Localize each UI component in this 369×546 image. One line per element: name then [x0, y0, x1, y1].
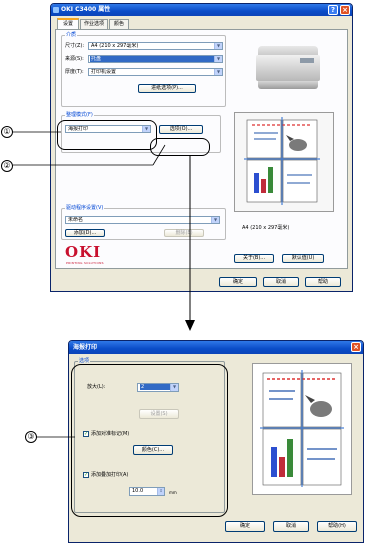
tab-job-options[interactable]: 作业选项 [80, 19, 108, 29]
source-label: 来源(S): [65, 56, 84, 62]
tab-label: 作业选项 [83, 21, 104, 27]
finishing-group-label: 整理模式(F) [65, 111, 94, 118]
printer-icon [53, 7, 59, 13]
weight-label: 厚度(T): [65, 69, 84, 75]
cancel-button[interactable]: 取消 [273, 521, 309, 532]
oki-logo: OKI [65, 243, 102, 261]
size-label: 尺寸(Z): [65, 43, 85, 49]
ok-button[interactable]: 确定 [225, 521, 265, 532]
titlebar: 海报打印 × [69, 341, 363, 354]
connector-arrow [185, 155, 195, 331]
chevron-down-icon: ▼ [211, 217, 219, 223]
options-button[interactable]: 选项(O)... [159, 125, 203, 134]
printer-tray [258, 81, 318, 89]
highlight-options [150, 138, 210, 156]
about-button[interactable]: 关于(B)... [234, 254, 274, 263]
cancel-button[interactable]: 取消 [263, 277, 299, 287]
help-title-button[interactable]: ? [328, 5, 338, 15]
size-value: A4 (210 x 297毫米) [91, 43, 139, 49]
weight-select[interactable]: 打印机设置 ▼ [88, 68, 223, 76]
chevron-down-icon: ▼ [214, 69, 222, 75]
printer-panel [300, 58, 314, 63]
source-value: 托盘 [90, 56, 215, 62]
driver-value: 未命名 [68, 217, 84, 223]
tab-label: 颜色 [113, 21, 124, 27]
poster-preview-art [244, 117, 320, 205]
chevron-down-icon: ▼ [214, 56, 222, 62]
add-button[interactable]: 添加(D)... [65, 229, 105, 237]
tab-label: 设置 [62, 21, 73, 27]
highlight-finishing [57, 120, 157, 150]
titlebar: OKI C3400 属性 ? × [51, 4, 352, 16]
driver-settings-label: 驱动程序设置(V) [65, 204, 105, 211]
help-button[interactable]: 帮助 [305, 277, 341, 287]
weight-value: 打印机设置 [91, 69, 117, 75]
close-button[interactable]: × [340, 5, 350, 15]
close-button[interactable]: × [351, 342, 361, 352]
default-button[interactable]: 默认值(U) [282, 254, 324, 263]
media-group-label: 介质 [65, 31, 78, 38]
tab-color[interactable]: 颜色 [109, 19, 129, 29]
help-button[interactable]: 帮助(H) [317, 521, 357, 532]
dialog-title: 海报打印 [73, 344, 98, 351]
size-select[interactable]: A4 (210 x 297毫米) ▼ [88, 42, 223, 50]
source-select[interactable]: 托盘 ▼ [88, 55, 223, 63]
oki-tagline: PRINTING SOLUTIONS [66, 261, 104, 265]
options-group-label: 选项 [78, 357, 91, 364]
highlight-options-group [71, 364, 228, 517]
window-title: OKI C3400 属性 [61, 6, 111, 13]
ok-button[interactable]: 确定 [219, 277, 257, 287]
printer-image [254, 40, 322, 95]
callout-2: ② [1, 160, 13, 172]
chevron-down-icon: ▼ [214, 43, 222, 49]
callout-1: ① [1, 126, 13, 138]
poster-preview-2-art [260, 370, 344, 487]
paper-size-caption: A4 (210 x 297毫米) [242, 225, 290, 231]
tab-settings[interactable]: 设置 [57, 18, 79, 29]
paper-feed-options-button[interactable]: 进纸选项(P)... [138, 84, 196, 93]
callout-3: ③ [25, 431, 37, 443]
